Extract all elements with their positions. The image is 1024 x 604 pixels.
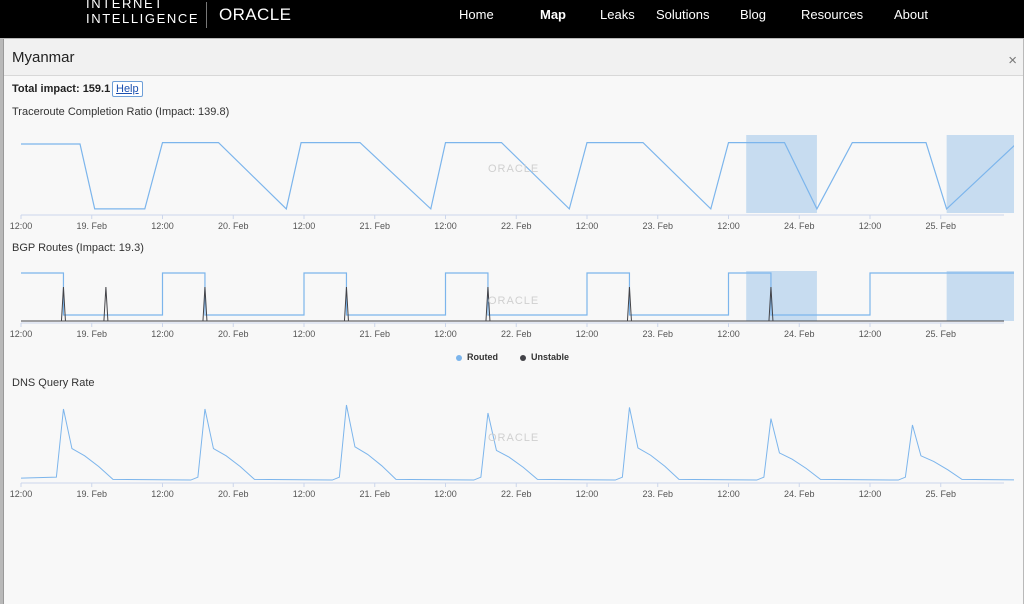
traceroute-chart[interactable]: 12:00 19. Feb 12:00 20. Feb 12:00 21. Feb 12:0…: [4, 121, 1014, 231]
brand-logo[interactable]: INTERNET INTELLIGENCE: [86, 0, 199, 25]
x-tick-label: 12:00: [434, 489, 457, 499]
legend-unstable-label: Unstable: [531, 352, 570, 362]
x-tick-label: 20. Feb: [218, 221, 249, 231]
x-tick-label: 23. Feb: [642, 329, 673, 339]
x-tick-label: 19. Feb: [76, 329, 107, 339]
traceroute-series-line: [21, 142, 1014, 211]
bgp-chart-title: BGP Routes (Impact: 19.3): [12, 242, 144, 254]
x-tick-label: 12:00: [717, 221, 740, 231]
x-tick-label: 22. Feb: [501, 329, 532, 339]
x-tick-label: 19. Feb: [76, 489, 107, 499]
oracle-watermark: ORACLE: [488, 432, 539, 444]
x-tick-label: 24. Feb: [784, 329, 815, 339]
x-tick-label: 12:00: [151, 489, 174, 499]
legend-unstable[interactable]: Unstable: [520, 352, 569, 362]
brand-divider: [206, 2, 207, 28]
legend-routed-label: Routed: [467, 352, 498, 362]
brand-line-2: INTELLIGENCE: [86, 11, 200, 26]
x-tick-label: 12:00: [434, 329, 457, 339]
x-tick-label: 12:00: [293, 221, 316, 231]
x-tick-label: 12:00: [434, 221, 457, 231]
x-tick-label: 12:00: [10, 329, 33, 339]
total-impact: Total impact: 159.1: [12, 83, 111, 95]
x-tick-label: 24. Feb: [784, 221, 815, 231]
x-tick-label: 12:00: [859, 489, 882, 499]
brand-line-1: INTERNET: [86, 0, 164, 11]
nav-about[interactable]: About: [894, 7, 928, 22]
x-tick-label: 12:00: [293, 329, 316, 339]
nav-solutions[interactable]: Solutions: [656, 7, 709, 22]
x-tick-label: 12:00: [859, 221, 882, 231]
x-tick-label: 12:00: [576, 489, 599, 499]
x-tick-label: 12:00: [151, 221, 174, 231]
bgp-chart[interactable]: 12:00 19. Feb 12:00 20. Feb 12:00 21. Feb 12:0…: [4, 257, 1014, 347]
oracle-watermark: ORACLE: [488, 163, 539, 175]
x-tick-label: 25. Feb: [925, 329, 956, 339]
x-tick-label: 12:00: [576, 221, 599, 231]
x-tick-label: 12:00: [717, 329, 740, 339]
modal-header: Myanmar ×: [4, 39, 1023, 76]
routed-series-line: [21, 272, 1014, 316]
country-modal: Myanmar × Total impact: 159.1 Help Trace…: [3, 39, 1023, 604]
nav-resources[interactable]: Resources: [801, 7, 863, 22]
outage-band: [946, 135, 1014, 213]
x-tick-label: 21. Feb: [359, 221, 390, 231]
x-tick-label: 24. Feb: [784, 489, 815, 499]
nav-map[interactable]: Map: [540, 7, 566, 22]
x-tick-label: 25. Feb: [925, 489, 956, 499]
outage-band: [946, 271, 1014, 321]
x-tick-label: 12:00: [10, 221, 33, 231]
x-tick-label: 22. Feb: [501, 489, 532, 499]
oracle-watermark: ORACLE: [488, 295, 539, 307]
outage-band: [746, 271, 817, 321]
modal-title: Myanmar: [12, 49, 75, 66]
traceroute-chart-title: Traceroute Completion Ratio (Impact: 139…: [12, 106, 230, 118]
x-tick-label: 19. Feb: [76, 221, 107, 231]
close-icon[interactable]: ×: [1008, 52, 1017, 69]
x-tick-label: 12:00: [717, 489, 740, 499]
help-link[interactable]: Help: [112, 81, 143, 97]
dns-chart[interactable]: 12:00 19. Feb 12:00 20. Feb 12:00 21. Feb 12:0…: [4, 391, 1014, 501]
x-tick-label: 12:00: [10, 489, 33, 499]
unstable-spike: [103, 286, 109, 322]
x-tick-label: 12:00: [859, 329, 882, 339]
x-tick-label: 21. Feb: [359, 329, 390, 339]
routed-dot-icon: [456, 354, 462, 361]
oracle-logo[interactable]: ORACLE: [219, 5, 291, 25]
nav-leaks[interactable]: Leaks: [600, 7, 635, 22]
x-tick-label: 20. Feb: [218, 329, 249, 339]
dns-chart-title: DNS Query Rate: [12, 377, 95, 389]
x-tick-label: 25. Feb: [925, 221, 956, 231]
outage-band: [746, 135, 817, 213]
x-tick-label: 12:00: [151, 329, 174, 339]
x-tick-label: 21. Feb: [359, 489, 390, 499]
x-tick-label: 12:00: [576, 329, 599, 339]
top-navigation: INTERNET INTELLIGENCE ORACLE Home Map Le…: [0, 0, 1024, 38]
x-tick-label: 23. Feb: [642, 489, 673, 499]
x-tick-label: 23. Feb: [642, 221, 673, 231]
x-tick-label: 20. Feb: [218, 489, 249, 499]
nav-blog[interactable]: Blog: [740, 7, 766, 22]
legend-routed[interactable]: Routed: [456, 352, 498, 362]
x-tick-label: 12:00: [293, 489, 316, 499]
x-tick-label: 22. Feb: [501, 221, 532, 231]
unstable-dot-icon: [520, 354, 526, 361]
nav-home[interactable]: Home: [459, 7, 494, 22]
